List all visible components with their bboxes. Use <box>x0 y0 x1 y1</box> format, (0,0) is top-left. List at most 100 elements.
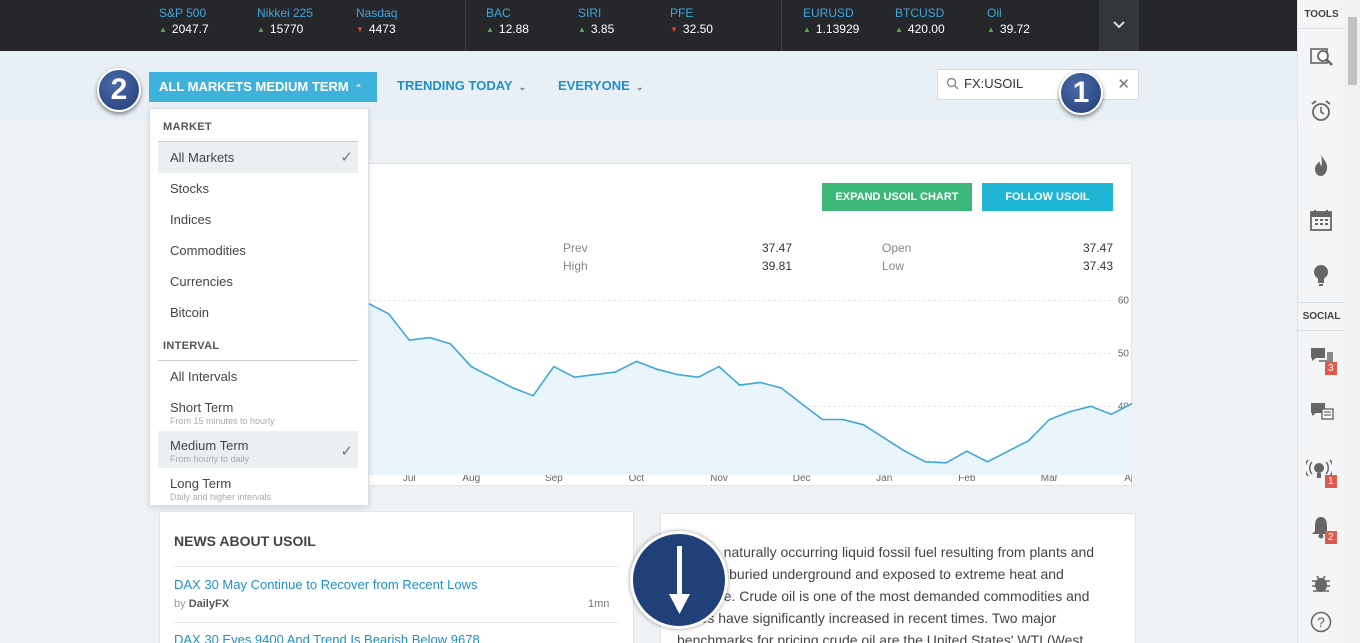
ticker-divider <box>465 0 466 51</box>
ticker-value: 3.85 <box>590 22 615 36</box>
ticker-value: 32.50 <box>682 22 713 36</box>
ticker-value: 12.88 <box>498 22 529 36</box>
ticker-item[interactable]: Nasdaq ▼ 4473 <box>356 6 397 36</box>
tool-chart-search[interactable] <box>1298 30 1345 84</box>
price-point <box>759 381 762 384</box>
expand-chart-button[interactable]: EXPAND USOIL CHART <box>822 183 972 211</box>
ticker-bar: S&P 500 ▲ 2047.7 Nikkei 225 ▲ 15770 Nasdaq… <box>0 0 1297 51</box>
price-point <box>614 371 617 373</box>
tool-ideas[interactable] <box>1298 248 1345 302</box>
price-point <box>553 365 555 368</box>
page-scrollbar[interactable] <box>1344 0 1360 643</box>
notification-count-badge: 2 <box>1325 531 1337 544</box>
price-point <box>532 394 534 397</box>
market-option-bitcoin[interactable]: Bitcoin <box>158 297 358 328</box>
up-arrow-icon: ▲ <box>257 25 265 34</box>
checkmark-icon: ✓ <box>340 443 353 460</box>
ticker-item[interactable]: BTCUSD ▲ 420.00 <box>895 6 945 36</box>
low-label: Low <box>882 259 905 273</box>
option-label: Indices <box>170 212 212 227</box>
market-option-all[interactable]: All Markets ✓ <box>158 142 358 173</box>
ticker-item[interactable]: BAC ▲ 12.88 <box>486 6 529 36</box>
ticker-name: Oil <box>987 6 1002 20</box>
markets-filter-button[interactable]: ALL MARKETS MEDIUM TERM ⌃ <box>149 72 377 102</box>
ticker-name: PFE <box>670 6 694 20</box>
clear-search-icon[interactable]: ✕ <box>1117 75 1130 93</box>
market-option-stocks[interactable]: Stocks <box>158 173 358 204</box>
interval-option-all[interactable]: All Intervals <box>158 361 358 392</box>
y-tick-label: 60 <box>1118 296 1130 307</box>
tool-news-chat[interactable] <box>1298 386 1345 440</box>
audience-label: EVERYONE <box>558 78 630 93</box>
divider <box>174 622 619 623</box>
price-point <box>904 450 906 453</box>
description-panel: Oil is a naturally occurring liquid foss… <box>660 513 1136 643</box>
ticker-expand-button[interactable] <box>1099 0 1139 51</box>
price-point <box>986 460 989 463</box>
option-label: Commodities <box>170 243 246 258</box>
price-point <box>883 437 886 439</box>
option-label: All Intervals <box>170 369 238 384</box>
tool-chat[interactable]: 3 <box>1298 331 1345 385</box>
broadcast-count-badge: 1 <box>1325 475 1337 488</box>
news-author[interactable]: DailyFX <box>189 598 229 610</box>
interval-option-long[interactable]: Long Term Daily and higher intervals <box>158 469 358 506</box>
price-point <box>470 365 473 368</box>
tool-notifications[interactable]: 2 <box>1298 500 1345 554</box>
option-label: Bitcoin <box>170 305 210 320</box>
audience-filter-button[interactable]: EVERYONE ⌄ <box>558 78 643 93</box>
ticker-item[interactable]: Nikkei 225 ▲ 15770 <box>257 6 313 36</box>
chevron-down-icon: ⌄ <box>518 82 527 92</box>
chart-search-icon <box>1310 48 1333 66</box>
news-item-link[interactable]: DAX 30 Eyes 9400 And Trend Is Bearish Be… <box>174 632 480 643</box>
step-badge-one: 1 <box>1059 71 1103 115</box>
option-sublabel: Daily and higher intervals <box>170 492 272 502</box>
tools-header: TOOLS <box>1304 9 1339 20</box>
high-label: High <box>563 259 588 273</box>
chevron-up-icon: ⌃ <box>354 83 363 93</box>
ticker-value: 4473 <box>368 22 396 36</box>
option-label: Stocks <box>170 181 210 196</box>
interval-option-medium[interactable]: Medium Term From hourly to daily ✓ <box>158 431 358 468</box>
market-option-commodities[interactable]: Commodities <box>158 235 358 266</box>
chevron-down-icon: ⌄ <box>635 82 644 92</box>
tool-help[interactable]: ? <box>1298 596 1345 643</box>
price-point <box>1089 405 1092 408</box>
markets-dropdown: MARKET All Markets ✓ Stocks Indices Comm… <box>149 108 369 506</box>
price-point <box>924 460 927 463</box>
prev-value: 37.47 <box>761 241 792 255</box>
ticker-item[interactable]: EURUSD ▲ 1.13929 <box>803 6 859 36</box>
market-option-currencies[interactable]: Currencies <box>158 266 358 297</box>
ticker-item[interactable]: SIRI ▲ 3.85 <box>578 6 614 36</box>
arrow-down-icon <box>669 546 690 614</box>
price-point <box>656 368 658 371</box>
interval-option-short[interactable]: Short Term From 15 minutes to hourly <box>158 393 358 430</box>
price-point <box>780 386 782 389</box>
market-option-indices[interactable]: Indices <box>158 204 358 235</box>
up-arrow-icon: ▲ <box>159 25 167 34</box>
price-chart[interactable]: 30405060JulAugSepOctNovDecJanFebMarApr <box>367 290 1140 485</box>
ticker-value: 15770 <box>269 22 304 36</box>
prev-label: Prev <box>563 241 588 255</box>
price-point <box>449 343 452 345</box>
ticker-name: EURUSD <box>803 6 854 20</box>
high-value: 39.81 <box>761 259 792 273</box>
tool-hot[interactable] <box>1298 138 1345 192</box>
up-arrow-icon: ▲ <box>578 25 586 34</box>
ticker-item[interactable]: Oil ▲ 39.72 <box>987 6 1030 36</box>
tool-broadcast[interactable]: 1 <box>1298 444 1345 498</box>
ticker-item[interactable]: S&P 500 ▲ 2047.7 <box>159 6 209 36</box>
flame-icon <box>1315 154 1328 176</box>
follow-button[interactable]: FOLLOW USOIL <box>982 183 1113 211</box>
trending-filter-button[interactable]: TRENDING TODAY ⌄ <box>397 78 526 93</box>
news-title: NEWS ABOUT USOIL <box>174 533 316 549</box>
byline-prefix: by <box>174 598 186 610</box>
scrollbar-thumb[interactable] <box>1348 17 1357 85</box>
tool-alerts[interactable] <box>1298 84 1345 138</box>
tool-calendar[interactable] <box>1298 194 1345 248</box>
ticker-item[interactable]: PFE ▼ 32.50 <box>670 6 713 36</box>
price-point <box>387 312 390 315</box>
ticker-name: BAC <box>486 6 511 20</box>
news-item-link[interactable]: DAX 30 May Continue to Recover from Rece… <box>174 577 477 592</box>
price-point <box>862 423 865 426</box>
